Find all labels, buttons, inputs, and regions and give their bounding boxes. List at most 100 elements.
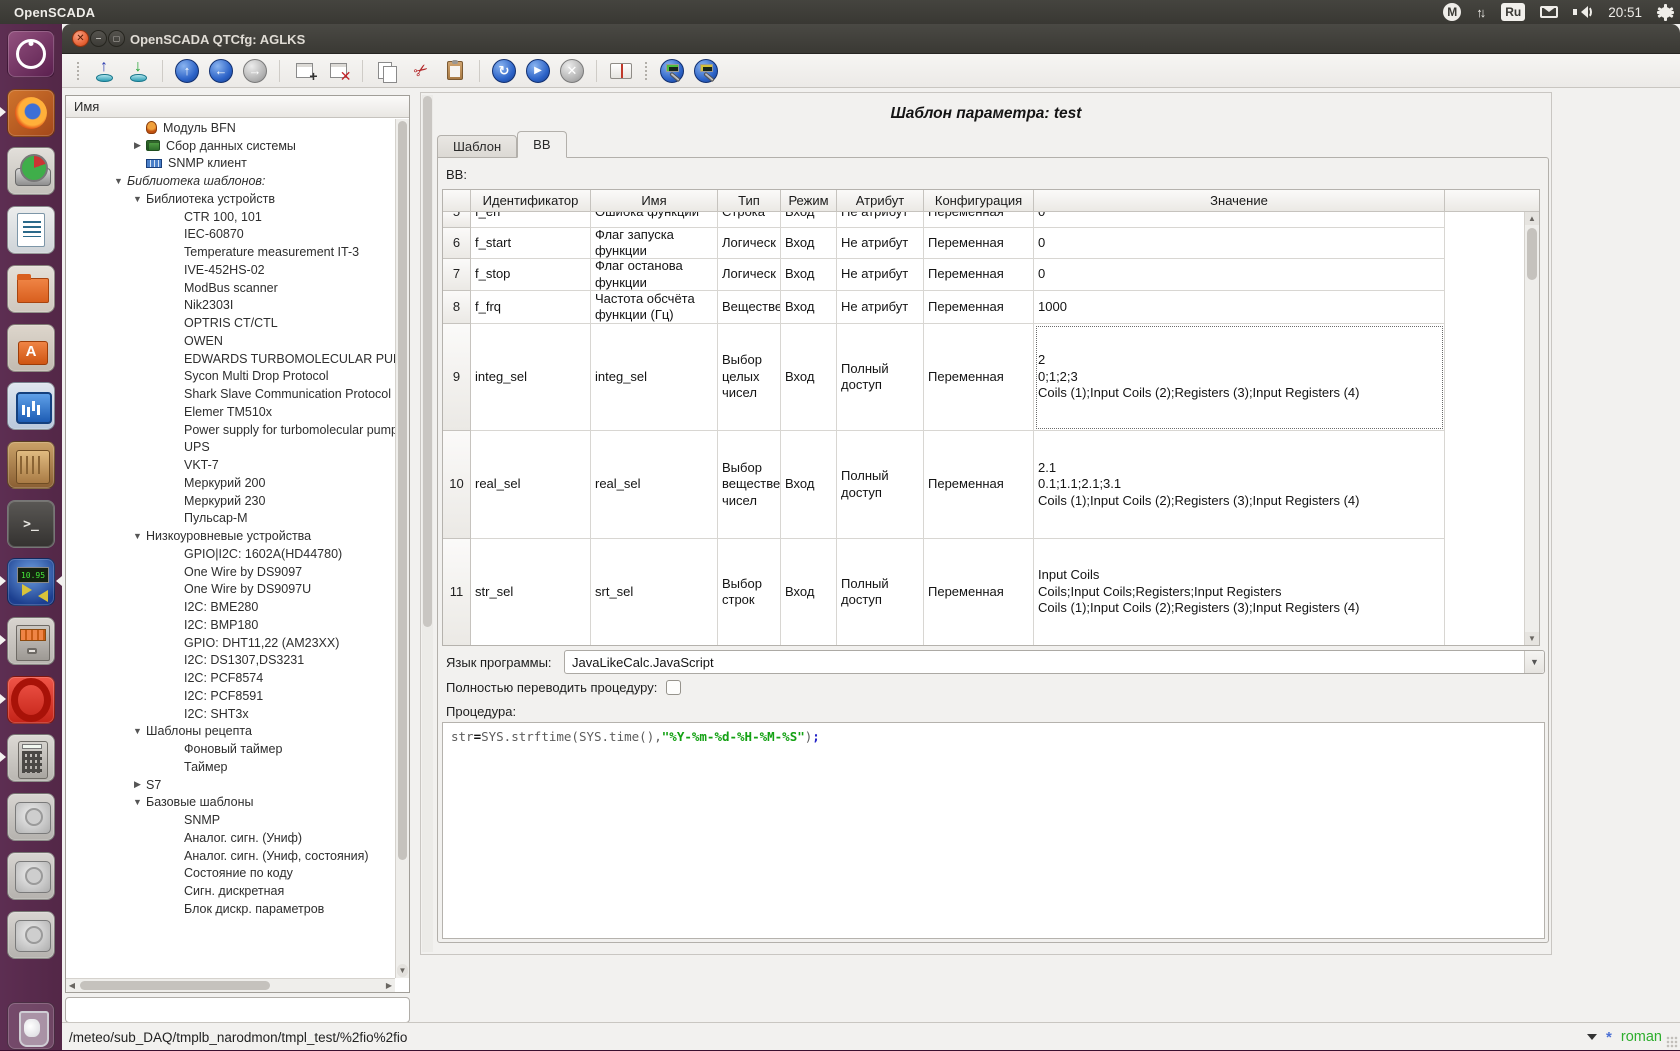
tree-item[interactable]: UPS [66,439,395,457]
table-cell[interactable]: Выбор веществе чисел [718,431,781,539]
tree-item[interactable]: Sycon Multi Drop Protocol [66,368,395,386]
launcher-item-calculator[interactable] [7,734,55,782]
tree-item[interactable]: Меркурий 200 [66,474,395,492]
table-cell[interactable]: Переменная [924,431,1034,539]
table-cell[interactable]: 0 [1034,212,1445,228]
tree-item[interactable]: Блок дискр. параметров [66,900,395,918]
tree-item[interactable]: I2C: PCF8591 [66,687,395,705]
tree-item[interactable]: Elemer TM510x [66,403,395,421]
tab-Шаблон[interactable]: Шаблон [437,135,517,158]
tree-item[interactable]: ▶S7 [66,776,395,794]
tree-item[interactable]: I2C: BMP180 [66,616,395,634]
table-cell[interactable]: Переменная [924,228,1034,259]
tree-item[interactable]: ▼Библиотека устройств [66,190,395,208]
launcher-item-terminal[interactable] [7,500,55,548]
tree-item[interactable]: OPTRIS CT/CTL [66,314,395,332]
table-cell[interactable]: Не атрибут [837,212,924,228]
scrollbar-right-icon[interactable]: ▶ [383,979,395,992]
table-cell[interactable]: Вход [781,291,837,324]
load-from-db-button[interactable]: ↑ [89,57,119,85]
column-header[interactable]: Значение [1034,190,1445,212]
table-cell[interactable]: Строка [718,212,781,228]
table-cell[interactable]: 1000 [1034,291,1445,324]
scrollbar-thumb[interactable] [398,121,407,860]
tree-item[interactable]: One Wire by DS9097 [66,563,395,581]
tree-item[interactable]: OWEN [66,332,395,350]
launcher-item-files[interactable] [7,265,55,313]
chevron-down-icon[interactable]: ▼ [1524,651,1544,673]
keyboard-layout-indicator[interactable]: Ru [1501,3,1525,21]
tree-item[interactable]: Фоновый таймер [66,740,395,758]
tree-item[interactable]: ModBus scanner [66,279,395,297]
launcher-item-disk-usage[interactable] [7,147,55,195]
tree-horizontal-scrollbar[interactable]: ◀ ▶ [66,978,395,992]
tree-item[interactable]: Модуль BFN [66,119,395,137]
toolbar-handle[interactable] [77,62,80,80]
scrollbar-thumb[interactable] [80,981,270,990]
tree-item[interactable]: EDWARDS TURBOMOLECULAR PUMP [66,350,395,368]
launcher-item-hard-disk[interactable] [7,911,55,959]
form-vertical-scrollbar[interactable] [422,95,433,952]
item-delete-button[interactable]: ✕ [323,57,353,85]
tree-vertical-scrollbar[interactable]: ▼ [395,119,409,978]
launcher-item-firefox[interactable] [7,89,55,137]
cut-button[interactable]: ✂ [406,57,436,85]
launcher-item-openscada[interactable] [7,558,55,606]
table-cell[interactable]: Флаг останова функции [591,259,718,291]
tree-item[interactable]: Меркурий 230 [66,492,395,510]
resize-grip[interactable] [1666,1036,1678,1048]
column-header[interactable] [443,190,471,212]
paste-button[interactable] [440,57,470,85]
launcher-item-ubuntu-dash[interactable] [7,30,55,78]
clock[interactable]: 20:51 [1608,5,1642,20]
tree-item[interactable]: I2C: DS1307,DS3231 [66,652,395,670]
table-cell[interactable]: 2.1 0.1;1.1;2.1;3.1 Coils (1);Input Coil… [1034,431,1445,539]
table-cell[interactable]: str_sel [471,539,591,646]
table-cell[interactable]: Не атрибут [837,291,924,324]
volume-icon[interactable] [1573,4,1593,20]
table-cell[interactable]: Вход [781,431,837,539]
close-button[interactable]: ✕ [72,30,89,47]
tree-filter-input[interactable] [65,997,410,1023]
save-to-db-button[interactable]: ↓ [123,57,153,85]
table-cell[interactable]: integ_sel [591,324,718,431]
tree-item[interactable]: I2C: PCF8574 [66,669,395,687]
table-cell[interactable]: Вход [781,259,837,291]
tree-item[interactable]: Сигн. дискретная [66,882,395,900]
gear-icon[interactable] [1657,4,1674,21]
item-add-button[interactable]: + [289,57,319,85]
stop-button[interactable]: ✕ [557,57,587,85]
window-titlebar[interactable]: ✕ – ▢ OpenSCADA QTCfg: AGLKS [62,24,1680,54]
tree-item[interactable]: SNMP [66,811,395,829]
tree-item[interactable]: ▶Сбор данных системы [66,137,395,155]
launcher-item-hard-disk[interactable] [7,852,55,900]
tree-item[interactable]: Таймер [66,758,395,776]
launcher-item-archive-manager[interactable] [7,617,55,665]
table-cell[interactable]: Переменная [924,539,1034,646]
table-cell[interactable]: Переменная [924,291,1034,324]
tree-item[interactable]: IEC-60870 [66,226,395,244]
copy-button[interactable] [372,57,402,85]
scrollbar-thumb[interactable] [1527,228,1537,280]
table-cell[interactable]: Ошибка функции [591,212,718,228]
launcher-item-system-monitor[interactable] [7,382,55,430]
launcher-item-wooden-cabinet[interactable] [7,441,55,489]
tree-item[interactable]: I2C: SHT3x [66,705,395,723]
table-cell[interactable]: 2 0;1;2;3 Coils (1);Input Coils (2);Regi… [1034,324,1445,431]
status-dropdown-icon[interactable] [1587,1034,1597,1045]
table-cell[interactable]: Не атрибут [837,228,924,259]
tree-item[interactable]: I2C: BME280 [66,598,395,616]
table-cell[interactable]: Полный доступ [837,539,924,646]
launcher-item-opera[interactable] [7,676,55,724]
up-level-button[interactable]: ↑ [172,57,202,85]
tree-item[interactable]: VKT-7 [66,456,395,474]
table-cell[interactable]: Логическ [718,259,781,291]
qtcfg-tool-1-button[interactable] [657,57,687,85]
launcher-item-libreoffice-writer[interactable] [7,206,55,254]
tab-ВВ[interactable]: ВВ [517,131,566,158]
column-header[interactable]: Атрибут [837,190,924,212]
reload-button[interactable]: ↻ [489,57,519,85]
start-button[interactable]: ▶ [523,57,553,85]
launcher-item-software-center[interactable] [7,324,55,372]
table-cell[interactable]: Полный доступ [837,324,924,431]
